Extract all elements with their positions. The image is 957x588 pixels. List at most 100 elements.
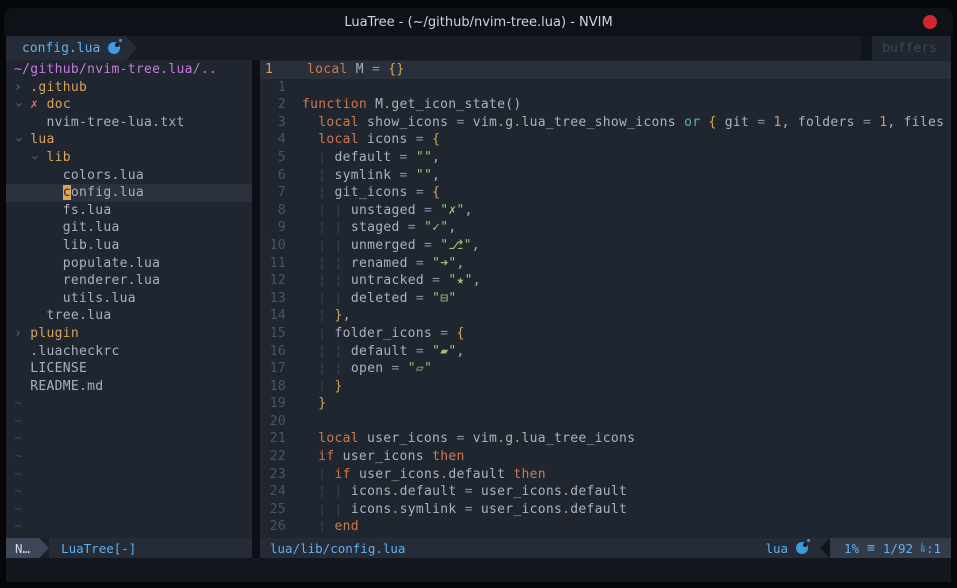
code-text: ¦ ¦ renamed = "➜", — [290, 255, 951, 273]
tree-item-config-lua[interactable]: config.lua — [6, 184, 252, 202]
tree-item-populate-lua[interactable]: populate.lua — [6, 255, 252, 273]
tree-item--luacheckrc[interactable]: .luacheckrc — [6, 343, 252, 361]
editor-panel[interactable]: 1local M = {}12function M.get_icon_state… — [260, 60, 951, 538]
statusline-filetype: lua — [753, 538, 820, 558]
code-line[interactable]: 3 local show_icons = vim.g.lua_tree_show… — [260, 114, 951, 132]
line-number: 12 — [260, 272, 290, 290]
tree-item-git-lua[interactable]: git.lua — [6, 219, 252, 237]
tree-item-label: renderer.lua — [63, 273, 161, 288]
tree-item-lib-lua[interactable]: lib.lua — [6, 237, 252, 255]
code-line[interactable]: 11 ¦ ¦ renamed = "➜", — [260, 255, 951, 273]
code-line[interactable]: 6 ¦ symlink = "", — [260, 167, 951, 185]
code-line[interactable]: 2function M.get_icon_state() — [260, 96, 951, 114]
code-text: ¦ if user_icons.default then — [290, 466, 951, 484]
window-separator[interactable] — [252, 60, 260, 538]
line-number: 1 — [260, 79, 290, 97]
line-number-icon: LN — [921, 543, 925, 554]
chevron-down-icon[interactable]: › — [9, 136, 27, 144]
code-line[interactable]: 26 ¦ end — [260, 518, 951, 536]
code-text: local show_icons = vim.g.lua_tree_show_i… — [290, 114, 951, 132]
code-text: ¦ ¦ unmerged = "⎇", — [290, 237, 951, 255]
tabline: config.lua buffers — [6, 36, 951, 60]
tree-item-fs-lua[interactable]: fs.lua — [6, 202, 252, 220]
code-text: ¦ ¦ deleted = "⊟" — [290, 290, 951, 308]
line-position: 1/92 — [883, 541, 913, 556]
tree-item-doc[interactable]: › ✗ doc — [6, 96, 252, 114]
code-line[interactable]: 5 ¦ default = "", — [260, 149, 951, 167]
code-text: ¦ folder_icons = { — [290, 325, 951, 343]
buffers-chip[interactable]: buffers — [861, 36, 951, 60]
code-line[interactable]: 15 ¦ folder_icons = { — [260, 325, 951, 343]
tree-item-label: lib — [47, 150, 71, 165]
code-line[interactable]: 16 ¦ ¦ default = "▰", — [260, 343, 951, 361]
tree-item-plugin[interactable]: › plugin — [6, 325, 252, 343]
code-line[interactable]: 4 local icons = { — [260, 131, 951, 149]
tree-item-nvim-tree-lua-txt[interactable]: nvim-tree-lua.txt — [6, 114, 252, 132]
code-line[interactable]: 1local M = {} — [260, 61, 951, 79]
line-number: 25 — [260, 501, 290, 519]
code-line[interactable]: 1 — [260, 79, 951, 97]
code-line[interactable]: 10 ¦ ¦ unmerged = "⎇", — [260, 237, 951, 255]
filepath-label: lua/lib/config.lua — [270, 541, 405, 556]
file-tree-panel[interactable]: ~/github/nvim-tree.lua/..› .github› ✗ do… — [6, 60, 252, 538]
filler-tilde: ~ — [6, 501, 252, 519]
titlebar[interactable]: LuaTree - (~/github/nvim-tree.lua) - NVI… — [4, 8, 953, 36]
tree-item-renderer-lua[interactable]: renderer.lua — [6, 272, 252, 290]
tree-item-label: tree.lua — [47, 308, 112, 323]
tree-item-colors-lua[interactable]: colors.lua — [6, 167, 252, 185]
line-number: 24 — [260, 483, 290, 501]
code-line[interactable]: 9 ¦ ¦ staged = "✓", — [260, 219, 951, 237]
filler-tilde: ~ — [6, 430, 252, 448]
powerline-arrow-icon — [820, 538, 830, 558]
code-line[interactable]: 24 ¦ ¦ icons.default = user_icons.defaul… — [260, 483, 951, 501]
code-line[interactable]: 23 ¦ if user_icons.default then — [260, 466, 951, 484]
code-line[interactable]: 22 if user_icons then — [260, 448, 951, 466]
statusline: N… LuaTree[-] lua/lib/config.lua lua 1% … — [6, 538, 951, 558]
tree-item-utils-lua[interactable]: utils.lua — [6, 290, 252, 308]
close-button[interactable] — [923, 15, 937, 29]
code-text: if user_icons then — [290, 448, 951, 466]
code-line[interactable]: 8 ¦ ¦ unstaged = "✗", — [260, 202, 951, 220]
code-line[interactable]: 20 — [260, 413, 951, 431]
code-line[interactable]: 7 ¦ git_icons = { — [260, 184, 951, 202]
code-text — [290, 413, 951, 431]
lines-icon: ≡ — [867, 541, 875, 556]
tree-item-license[interactable]: LICENSE — [6, 360, 252, 378]
line-number: 26 — [260, 518, 290, 536]
tree-item-readme-md[interactable]: README.md — [6, 378, 252, 396]
code-text: local user_icons = vim.g.lua_tree_icons — [290, 430, 951, 448]
line-number: 18 — [260, 378, 290, 396]
tab-config-lua[interactable]: config.lua — [6, 36, 126, 60]
code-text: ¦ ¦ staged = "✓", — [290, 219, 951, 237]
tree-item--github-nvim-tree-lua-[interactable]: ~/github/nvim-tree.lua/.. — [6, 61, 252, 79]
tree-item-tree-lua[interactable]: tree.lua — [6, 307, 252, 325]
code-line[interactable]: 18 ¦ } — [260, 378, 951, 396]
mode-label: N… — [15, 541, 30, 556]
tree-item-label: plugin — [30, 326, 79, 341]
code-line[interactable]: 14 ¦ }, — [260, 307, 951, 325]
code-text: ¦ ¦ unstaged = "✗", — [290, 202, 951, 220]
tree-item--github[interactable]: › .github — [6, 79, 252, 97]
code-line[interactable]: 21 local user_icons = vim.g.lua_tree_ico… — [260, 430, 951, 448]
line-number: 3 — [260, 114, 290, 132]
chevron-down-icon[interactable]: › — [26, 154, 44, 162]
tree-item-lib[interactable]: › lib — [6, 149, 252, 167]
chevron-down-icon[interactable]: › — [9, 101, 27, 109]
line-number: 22 — [260, 448, 290, 466]
chevron-right-icon[interactable]: › — [14, 79, 22, 97]
tabline-fill — [137, 36, 861, 60]
command-line[interactable] — [6, 558, 951, 582]
line-number: 4 — [260, 131, 290, 149]
code-text: ¦ }, — [290, 307, 951, 325]
code-line[interactable]: 12 ¦ ¦ untracked = "★", — [260, 272, 951, 290]
chevron-right-icon[interactable]: › — [14, 325, 22, 343]
statusline-filepath: lua/lib/config.lua — [260, 538, 753, 558]
code-line[interactable]: 13 ¦ ¦ deleted = "⊟" — [260, 290, 951, 308]
main-area: ~/github/nvim-tree.lua/..› .github› ✗ do… — [6, 60, 951, 538]
code-line[interactable]: 25 ¦ ¦ icons.symlink = user_icons.defaul… — [260, 501, 951, 519]
statusline-tree-segment: N… LuaTree[-] — [6, 538, 252, 558]
tree-item-lua[interactable]: › lua — [6, 131, 252, 149]
code-line[interactable]: 19 } — [260, 395, 951, 413]
filler-tilde: ~ — [6, 395, 252, 413]
code-line[interactable]: 17 ¦ ¦ open = "▱" — [260, 360, 951, 378]
